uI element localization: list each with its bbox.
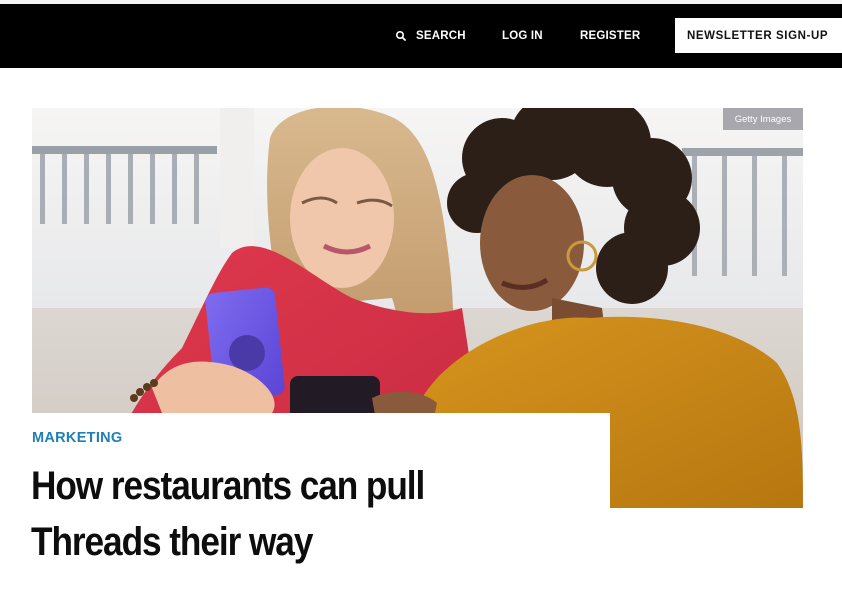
search-label: SEARCH [416,30,466,42]
category-link[interactable]: MARKETING [32,430,123,446]
article-headline[interactable]: How restaurants can pull Threads their w… [31,458,559,570]
top-navigation-bar: SEARCH LOG IN REGISTER NEWSLETTER SIGN-U… [0,4,842,68]
search-icon [395,30,407,42]
newsletter-signup-button[interactable]: NEWSLETTER SIGN-UP [675,18,842,53]
login-link[interactable]: LOG IN [502,4,543,68]
search-button[interactable]: SEARCH [395,4,466,68]
photo-credit-badge: Getty Images [723,108,803,130]
register-link[interactable]: REGISTER [580,4,640,68]
